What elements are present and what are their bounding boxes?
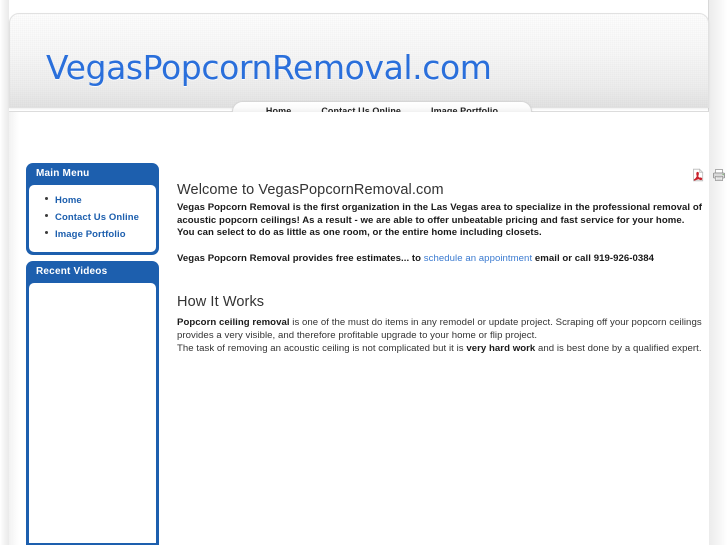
- main-menu-body: Home Contact Us Online Image Portfolio: [29, 185, 156, 252]
- how-it-works-title: How It Works: [177, 294, 265, 311]
- article-tools: [691, 168, 727, 182]
- list-item: Image Portfolio: [45, 226, 152, 241]
- estimates-text-before: Vegas Popcorn Removal provides free esti…: [177, 252, 424, 264]
- how-it-works-line2-a: The task of removing an acoustic ceiling…: [177, 343, 467, 355]
- list-item: Contact Us Online: [45, 209, 152, 224]
- print-icon[interactable]: [712, 168, 726, 182]
- main-menu-title: Main Menu: [36, 168, 90, 179]
- estimates-text-after: email or call 919-926-0384: [532, 252, 655, 264]
- sidebar-item-image-portfolio[interactable]: Image Portfolio: [55, 229, 126, 240]
- schedule-appointment-link[interactable]: schedule an appointment: [424, 253, 532, 264]
- sidebar-item-contact-us-online[interactable]: Contact Us Online: [55, 212, 139, 223]
- site-logo[interactable]: VegasPopcornRemoval.com: [46, 48, 492, 87]
- page-gutter-right: [709, 0, 727, 545]
- list-item: Home: [45, 192, 152, 207]
- estimates-paragraph: Vegas Popcorn Removal provides free esti…: [177, 253, 702, 266]
- how-it-works-paragraph-1: Popcorn ceiling removal is one of the mu…: [177, 316, 702, 342]
- page-title: Welcome to VegasPopcornRemoval.com: [177, 182, 444, 198]
- recent-videos-title: Recent Videos: [36, 266, 108, 277]
- page-gutter-left: [0, 0, 9, 545]
- popcorn-ceiling-removal-lead: Popcorn ceiling removal: [177, 317, 290, 329]
- page-root: VegasPopcornRemoval.com Home Contact Us …: [0, 0, 727, 545]
- how-it-works-paragraph-2: The task of removing an acoustic ceiling…: [177, 342, 702, 355]
- sidebar-module-recent-videos: Recent Videos: [26, 261, 159, 545]
- main-menu-list: Home Contact Us Online Image Portfolio: [33, 192, 152, 241]
- very-hard-work-emphasis: very hard work: [466, 343, 536, 355]
- body-left-shade: [9, 112, 19, 545]
- site-header: VegasPopcornRemoval.com: [9, 13, 709, 108]
- recent-videos-body: [29, 283, 156, 543]
- sidebar-item-home[interactable]: Home: [55, 195, 82, 206]
- main-content: Welcome to VegasPopcornRemoval.com Vegas…: [177, 160, 725, 355]
- intro-paragraph: Vegas Popcorn Removal is the first organ…: [177, 202, 702, 239]
- pdf-icon[interactable]: [691, 168, 705, 182]
- how-it-works-line2-b: and is best done by a qualified expert.: [535, 343, 702, 355]
- sidebar-module-main-menu: Main Menu Home Contact Us Online Image P…: [26, 163, 159, 255]
